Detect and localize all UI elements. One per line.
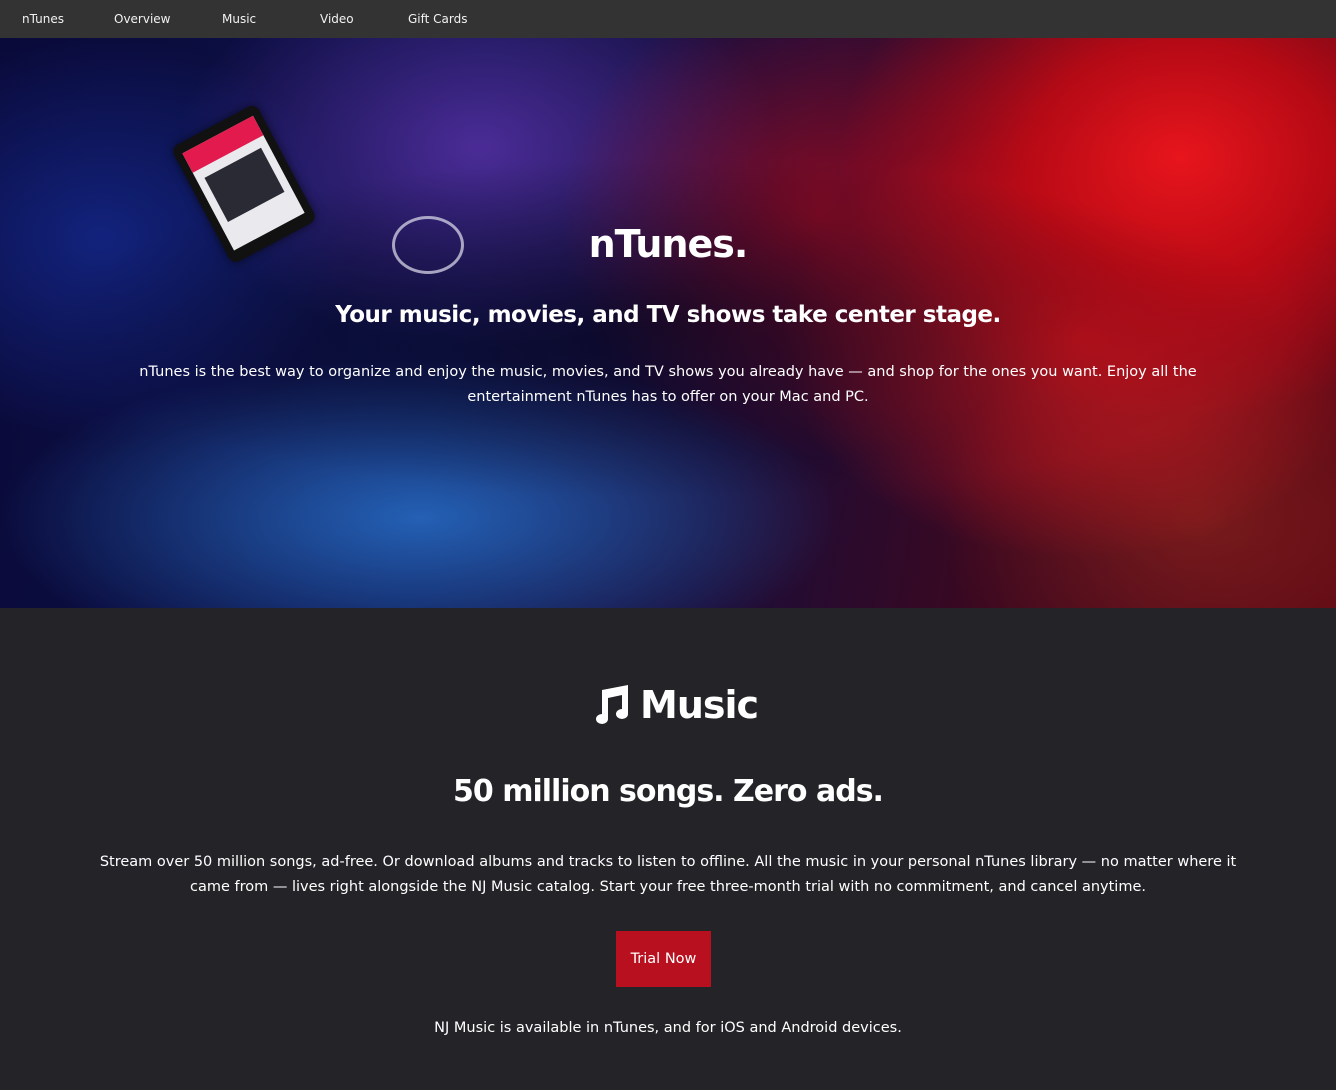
hero-banner: nTunes. Your music, movies, and TV shows…	[0, 38, 1336, 608]
availability-text: NJ Music is available in nTunes, and for…	[434, 1020, 902, 1036]
music-title: Music	[640, 683, 759, 727]
music-subtitle: 50 million songs. Zero ads.	[453, 774, 884, 809]
nav-item-gift-cards[interactable]: Gift Cards	[408, 0, 468, 38]
music-note-icon	[596, 685, 628, 724]
nav-item-video[interactable]: Video	[320, 0, 354, 38]
music-heading: Music	[588, 683, 759, 727]
hero-title: nTunes.	[588, 222, 749, 266]
nav-item-ntunes[interactable]: nTunes	[22, 0, 64, 38]
music-section: Music 50 million songs. Zero ads. Stream…	[0, 608, 1336, 1090]
trial-now-button[interactable]: Trial Now	[616, 931, 711, 987]
hero-subtitle: Your music, movies, and TV shows take ce…	[335, 302, 1001, 328]
nav-item-overview[interactable]: Overview	[114, 0, 171, 38]
top-nav: nTunes Overview Music Video Gift Cards	[0, 0, 1336, 38]
hero-description: nTunes is the best way to organize and e…	[139, 364, 1197, 405]
nav-item-music[interactable]: Music	[222, 0, 256, 38]
music-description: Stream over 50 million songs, ad-free. O…	[99, 854, 1237, 895]
